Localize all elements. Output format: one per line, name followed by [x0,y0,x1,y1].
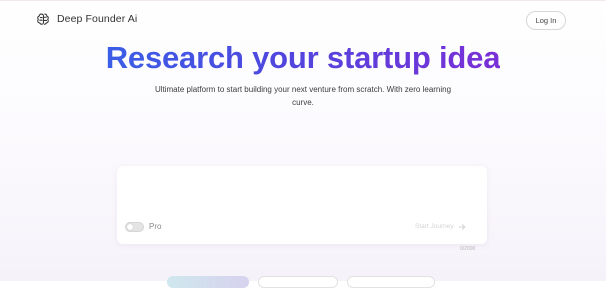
pro-label: Pro [149,222,162,231]
suggestion-chip-3[interactable] [347,276,435,288]
top-border [0,0,606,1]
login-button[interactable]: Log In [526,11,566,30]
start-journey-button[interactable]: Start Journey [415,222,466,232]
arrow-right-icon [458,224,465,230]
idea-input-area[interactable]: Pro Start Journey [117,166,487,244]
brand-logo[interactable]: Deep Founder Ai [36,12,137,26]
suggestion-chip-2[interactable] [258,276,338,288]
toggle-knob [127,224,133,230]
hero-subtitle: Ultimate platform to start building your… [154,85,452,107]
suggestion-chip-1[interactable] [167,276,249,288]
start-journey-label: Start Journey [415,223,454,230]
hero-title-text: Research your startup idea [105,40,501,75]
brand-name: Deep Founder Ai [57,13,138,25]
character-counter: 0/2000 [460,246,476,252]
brain-icon [37,13,49,25]
pro-toggle[interactable] [125,222,144,232]
hero-title: Research your startup idea [0,40,606,76]
